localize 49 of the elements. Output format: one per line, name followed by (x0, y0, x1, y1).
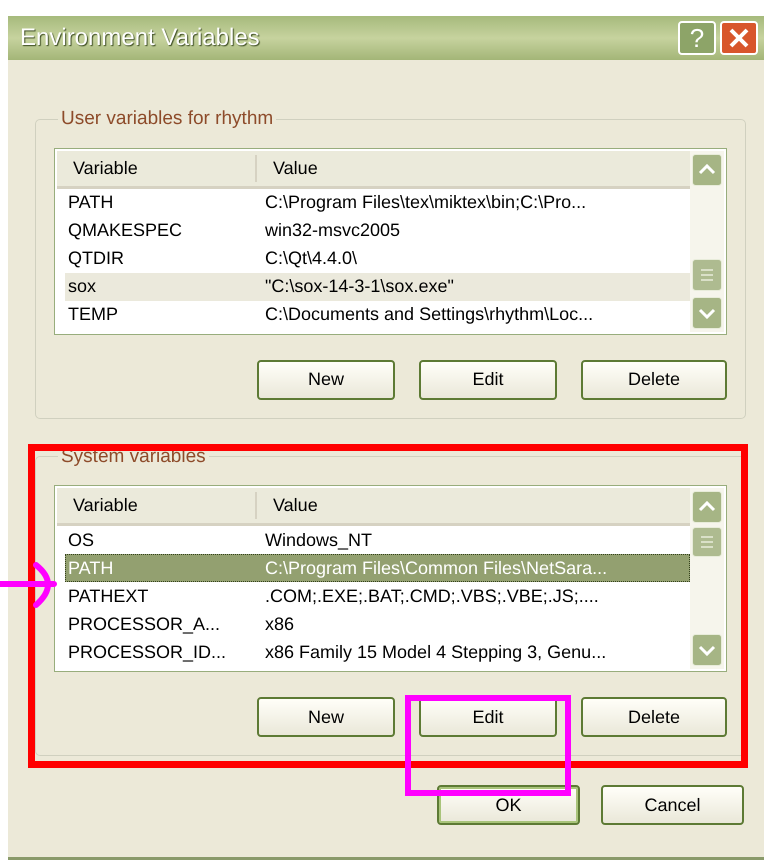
window-title: Environment Variables (20, 23, 260, 53)
column-header[interactable]: Value (257, 150, 690, 186)
new-button[interactable]: New (257, 697, 395, 737)
variable-value: Windows_NT (265, 528, 374, 552)
variable-value: x86 (265, 612, 296, 636)
scroll-up-icon[interactable] (692, 491, 722, 523)
column-header[interactable]: Variable (57, 154, 257, 182)
variable-name: PROCESSOR_A... (67, 612, 222, 636)
column-header[interactable]: Value (257, 488, 690, 523)
variable-row[interactable]: PROCESSOR_ID... x86 Family 15 Model 4 Stepping 3, Genu... (65, 638, 690, 666)
variable-row[interactable]: TEMP C:\Documents and Settings\rhythm\Loc... (65, 300, 690, 328)
variable-name: TEMP (67, 303, 120, 326)
variable-row[interactable]: QMAKESPEC win32-msvc2005 (65, 216, 690, 244)
close-button[interactable] (720, 21, 758, 55)
variable-value: win32-msvc2005 (265, 219, 402, 242)
variable-name: OS (67, 528, 96, 552)
variable-name: sox (67, 275, 98, 298)
variable-row[interactable]: QTDIR C:\Qt\4.4.0\ (65, 244, 690, 272)
variable-row[interactable]: sox "C:\sox-14-3-1\sox.exe" (65, 272, 690, 300)
new-button[interactable]: New (257, 360, 395, 400)
variable-row[interactable]: OS Windows_NT (65, 526, 690, 554)
variable-name: QMAKESPEC (67, 219, 184, 242)
variable-row[interactable]: PATH C:\Program Files\tex\miktex\bin;C:\Pro... (65, 188, 690, 216)
scroll-down-icon[interactable] (692, 634, 722, 666)
variable-value: "C:\sox-14-3-1\sox.exe" (265, 275, 455, 298)
cancel-button[interactable]: Cancel (601, 785, 744, 825)
variable-value: C:\Program Files\Common Files\NetSara... (265, 556, 608, 580)
scroll-down-icon[interactable] (692, 296, 722, 328)
variable-name: PATH (67, 556, 114, 580)
variable-name: PATH (67, 191, 114, 214)
edit-button[interactable]: Edit (419, 360, 557, 400)
variable-value: x86 Family 15 Model 4 Stepping 3, Genu... (265, 640, 608, 664)
column-header[interactable]: Variable (57, 492, 257, 519)
close-icon (728, 27, 750, 49)
delete-button[interactable]: Delete (581, 697, 727, 737)
variable-value: C:\Program Files\tex\miktex\bin;C:\Pro... (265, 191, 588, 214)
variable-value: .COM;.EXE;.BAT;.CMD;.VBS;.VBE;.JS;.... (265, 584, 600, 608)
scroll-up-icon[interactable] (692, 154, 722, 186)
scroll-thumb[interactable] (692, 258, 722, 290)
variable-name: PROCESSOR_ID... (67, 640, 228, 664)
variable-row[interactable]: PATHEXT .COM;.EXE;.BAT;.CMD;.VBS;.VBE;.JS;.... (65, 582, 690, 610)
delete-button[interactable]: Delete (581, 360, 727, 400)
variable-name: PATHEXT (67, 584, 150, 608)
variable-value: C:\Qt\4.4.0\ (265, 247, 358, 270)
variable-value: C:\Documents and Settings\rhythm\Loc... (265, 303, 594, 326)
variable-name: QTDIR (67, 247, 125, 270)
variable-row[interactable]: PROCESSOR_A... x86 (65, 610, 690, 638)
scroll-thumb[interactable] (692, 527, 722, 557)
group-title: User variables for rhythm (60, 107, 274, 131)
